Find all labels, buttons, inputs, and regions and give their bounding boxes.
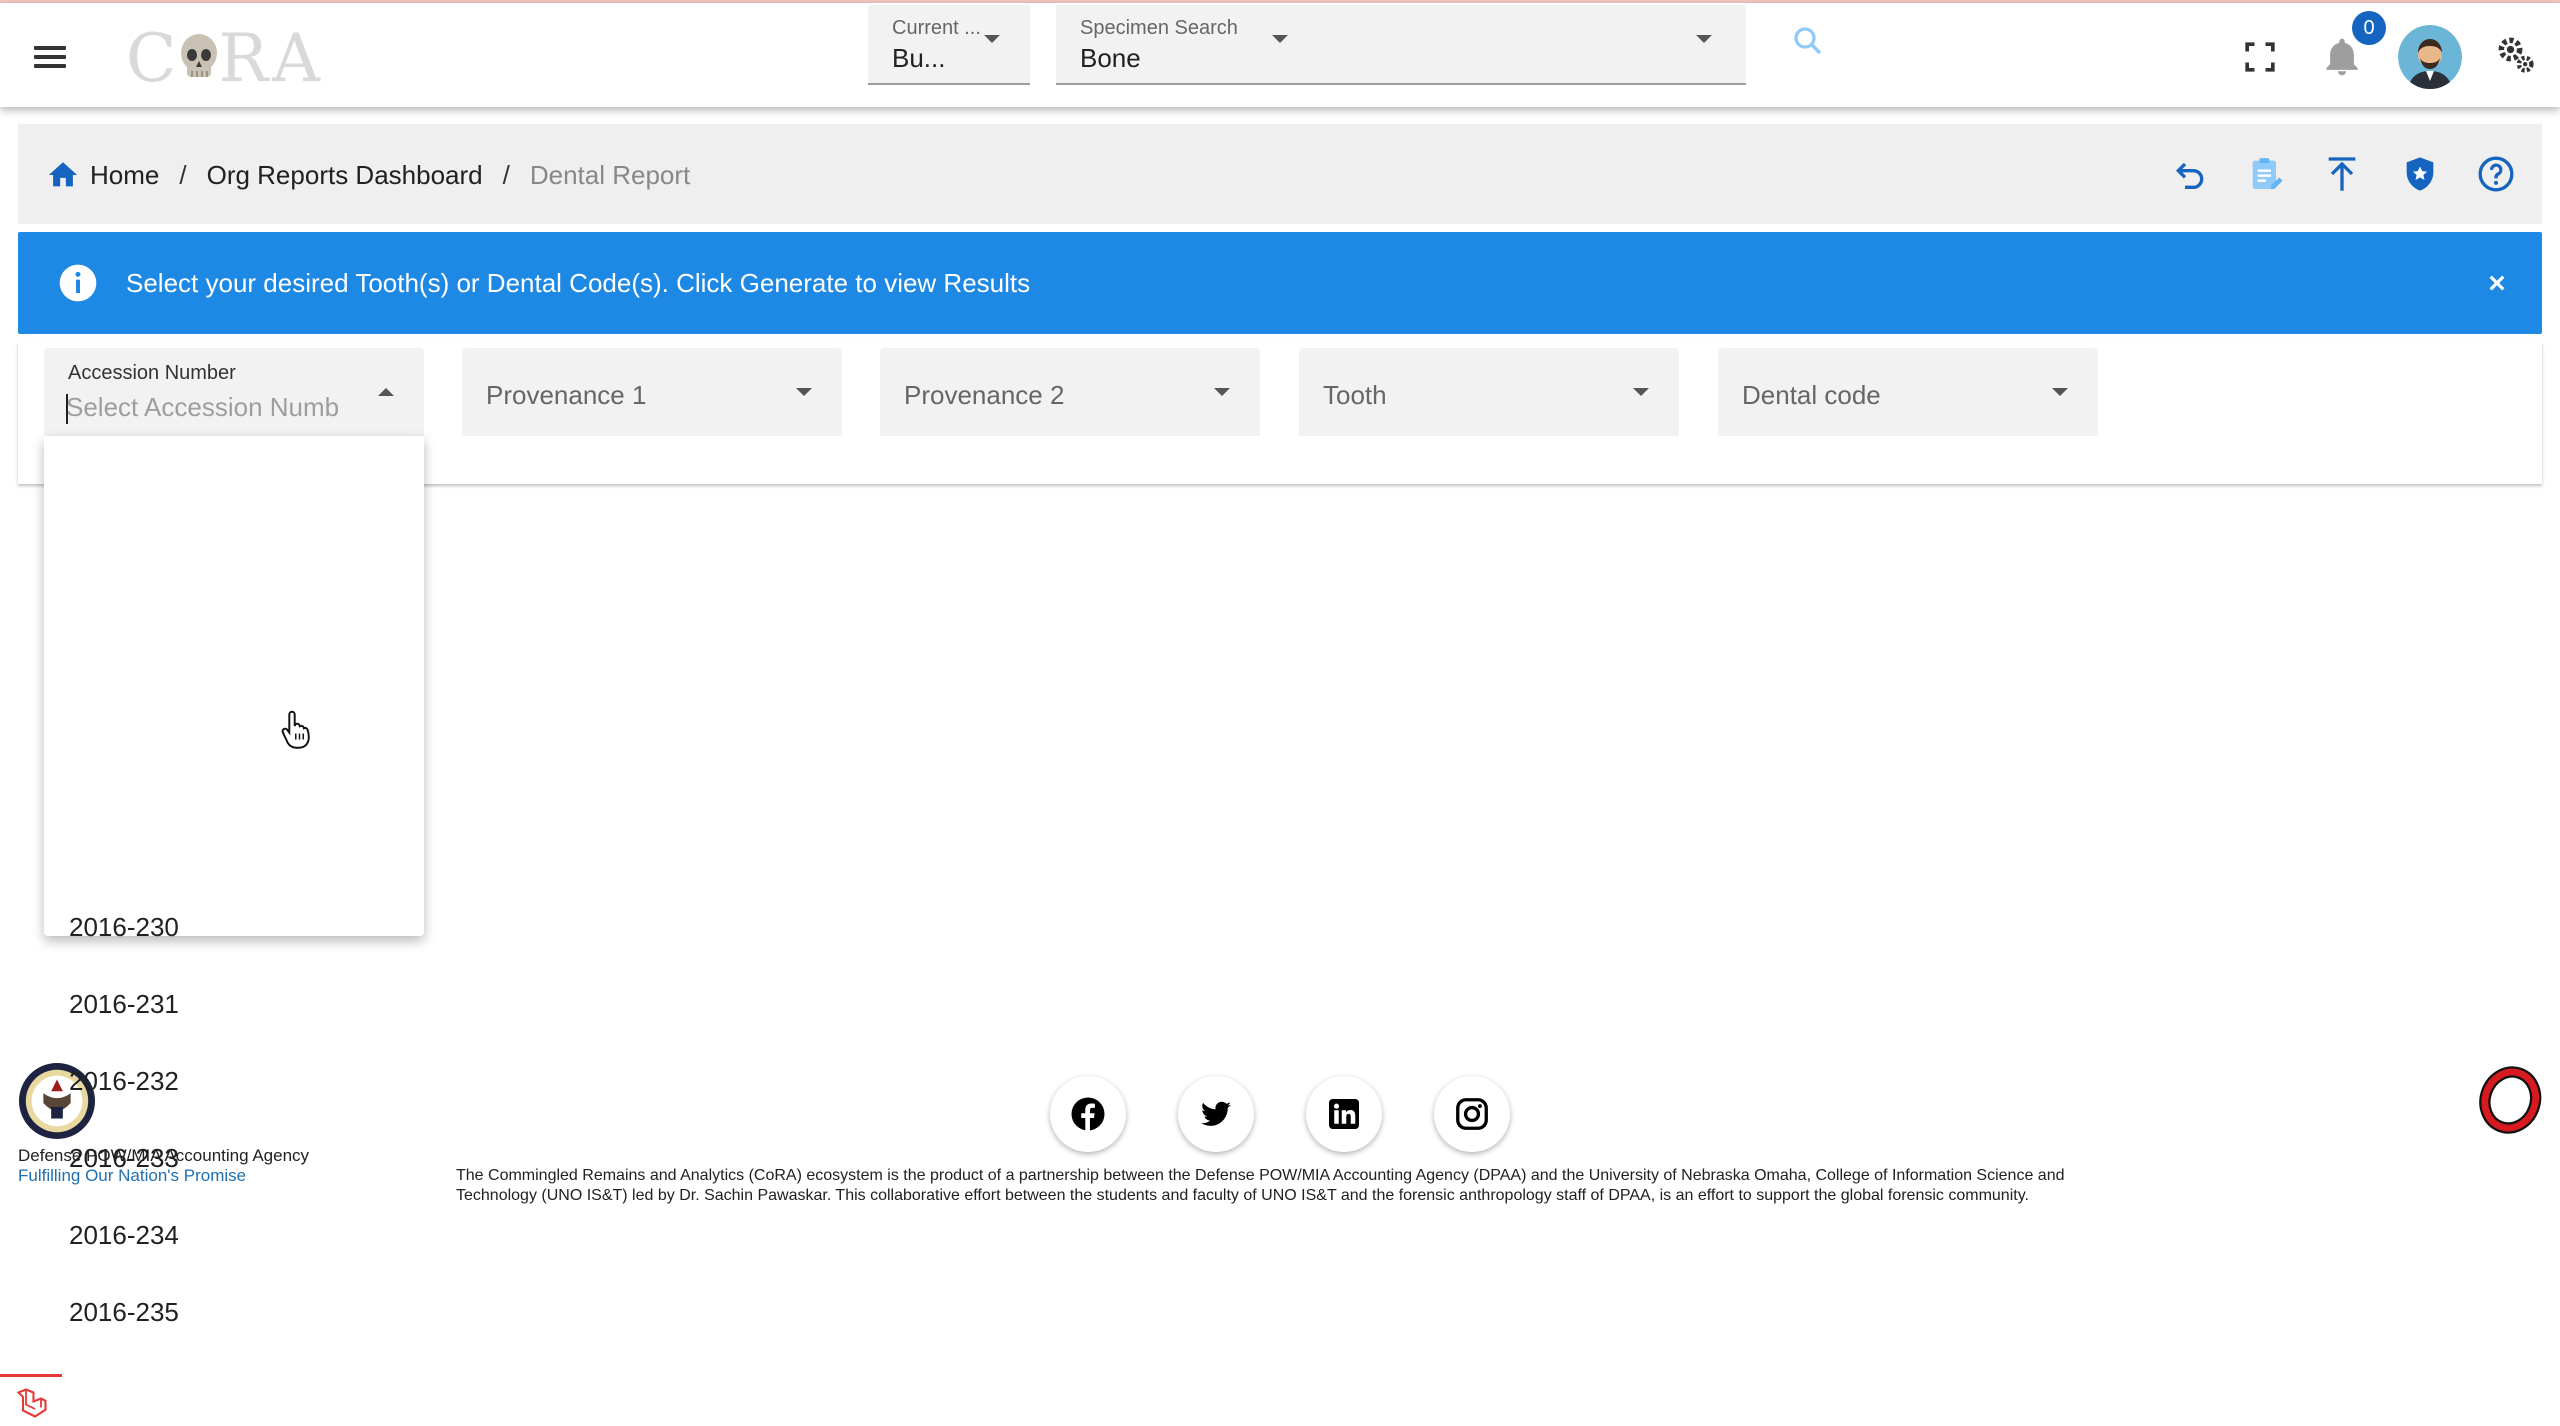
settings-icon[interactable] bbox=[2494, 33, 2538, 77]
current-select[interactable]: Current ... Bu... bbox=[868, 5, 1030, 85]
footer-description: The Commingled Remains and Analytics (Co… bbox=[456, 1167, 2065, 1204]
facebook-link[interactable] bbox=[1050, 1076, 1126, 1152]
app-header: C RA Current ... Bu... Specimen Search B… bbox=[0, 3, 2560, 107]
upload-icon[interactable] bbox=[2322, 154, 2362, 194]
chevron-down-icon bbox=[984, 35, 1000, 43]
breadcrumb-separator: / bbox=[502, 159, 510, 190]
breadcrumb: Home / Org Reports Dashboard / Dental Re… bbox=[46, 158, 690, 192]
debug-tab[interactable] bbox=[0, 1374, 62, 1425]
provenance-1-label: Provenance 1 bbox=[486, 380, 647, 410]
facebook-icon bbox=[1071, 1097, 1105, 1131]
twitter-icon bbox=[1201, 1101, 1231, 1126]
dropdown-option[interactable]: 2016-232 bbox=[44, 1044, 424, 1120]
tooth-label: Tooth bbox=[1323, 380, 1387, 410]
tooth-select[interactable]: Tooth bbox=[1299, 348, 1679, 436]
logo-text-left: C bbox=[126, 19, 181, 97]
dropdown-option[interactable]: 2016-235 bbox=[44, 1275, 424, 1351]
dropdown-option-label: 2016-233 bbox=[69, 1143, 179, 1173]
cora-logo[interactable]: C RA bbox=[126, 20, 324, 97]
dropdown-option[interactable]: 2016-233 bbox=[44, 1121, 424, 1197]
undo-icon[interactable] bbox=[2170, 154, 2210, 194]
notification-badge: 0 bbox=[2352, 11, 2386, 45]
dropdown-option-label: 2016-232 bbox=[69, 1066, 179, 1096]
breadcrumb-home[interactable]: Home bbox=[90, 160, 159, 191]
dropdown-option[interactable]: 2016-231 bbox=[44, 967, 424, 1043]
chevron-down-icon bbox=[1633, 388, 1649, 396]
specimen-search-select[interactable]: Specimen Search Bone bbox=[1056, 5, 1746, 85]
specimen-search-value: Bone bbox=[1080, 43, 1141, 73]
skull-icon bbox=[180, 34, 217, 77]
laravel-icon bbox=[16, 1388, 47, 1418]
clipboard-icon[interactable] bbox=[2246, 154, 2286, 194]
provenance-1-select[interactable]: Provenance 1 bbox=[462, 348, 842, 436]
accession-number-select[interactable]: Accession Number bbox=[44, 348, 424, 439]
uno-logo[interactable] bbox=[2474, 1066, 2542, 1134]
accession-number-input[interactable] bbox=[66, 392, 366, 423]
breadcrumb-separator: / bbox=[179, 159, 187, 190]
alert-message: Select your desired Tooth(s) or Dental C… bbox=[126, 268, 1031, 298]
bell-icon[interactable] bbox=[2320, 35, 2364, 79]
dropdown-option-label: 2016-235 bbox=[69, 1297, 179, 1327]
chevron-down-icon bbox=[2052, 388, 2068, 396]
instagram-link[interactable] bbox=[1434, 1076, 1510, 1152]
chevron-down-icon bbox=[1696, 35, 1712, 43]
twitter-link[interactable] bbox=[1178, 1076, 1254, 1152]
logo-text-right: RA bbox=[218, 19, 324, 97]
dropdown-option-label: 2016-231 bbox=[69, 989, 179, 1019]
specimen-search-label: Specimen Search bbox=[1080, 17, 1238, 39]
current-select-label: Current ... bbox=[892, 17, 981, 39]
search-icon[interactable] bbox=[1790, 23, 1826, 59]
dental-code-select[interactable]: Dental code bbox=[1718, 348, 2098, 436]
chevron-down-icon bbox=[796, 388, 812, 396]
info-icon bbox=[59, 264, 97, 302]
provenance-2-label: Provenance 2 bbox=[904, 380, 1065, 410]
chevron-down-icon bbox=[1272, 35, 1288, 43]
accession-number-label: Accession Number bbox=[68, 362, 236, 384]
user-avatar-icon bbox=[2398, 25, 2462, 89]
shield-icon[interactable] bbox=[2400, 154, 2440, 194]
help-icon[interactable] bbox=[2476, 154, 2516, 194]
dropdown-option[interactable]: 2016-230 bbox=[44, 890, 424, 966]
current-select-value: Bu... bbox=[892, 43, 946, 73]
accession-dropdown-menu: 2016-230 2016-231 2016-232 2016-233 2016… bbox=[44, 436, 424, 1327]
chevron-down-icon bbox=[1214, 388, 1230, 396]
chevron-up-icon bbox=[378, 388, 394, 396]
menu-icon[interactable] bbox=[30, 41, 70, 71]
home-icon[interactable] bbox=[46, 158, 80, 192]
dental-code-label: Dental code bbox=[1742, 380, 1881, 410]
fullscreen-icon[interactable] bbox=[2238, 35, 2282, 79]
breadcrumb-dashboard[interactable]: Org Reports Dashboard bbox=[207, 160, 483, 191]
instagram-icon bbox=[1456, 1098, 1488, 1130]
dropdown-option-label: 2016-234 bbox=[69, 1220, 179, 1250]
linkedin-icon bbox=[1329, 1099, 1359, 1129]
dropdown-option[interactable]: 2016-234 bbox=[44, 1198, 424, 1274]
breadcrumb-current: Dental Report bbox=[529, 159, 691, 190]
provenance-2-select[interactable]: Provenance 2 bbox=[880, 348, 1260, 436]
info-alert: Select your desired Tooth(s) or Dental C… bbox=[18, 232, 2542, 334]
close-icon[interactable] bbox=[2478, 264, 2516, 302]
dropdown-option-label: 2016-230 bbox=[69, 912, 179, 942]
linkedin-link[interactable] bbox=[1306, 1076, 1382, 1152]
text-cursor bbox=[66, 394, 68, 424]
hand-pointer-icon bbox=[281, 710, 310, 749]
avatar[interactable] bbox=[2398, 25, 2462, 89]
